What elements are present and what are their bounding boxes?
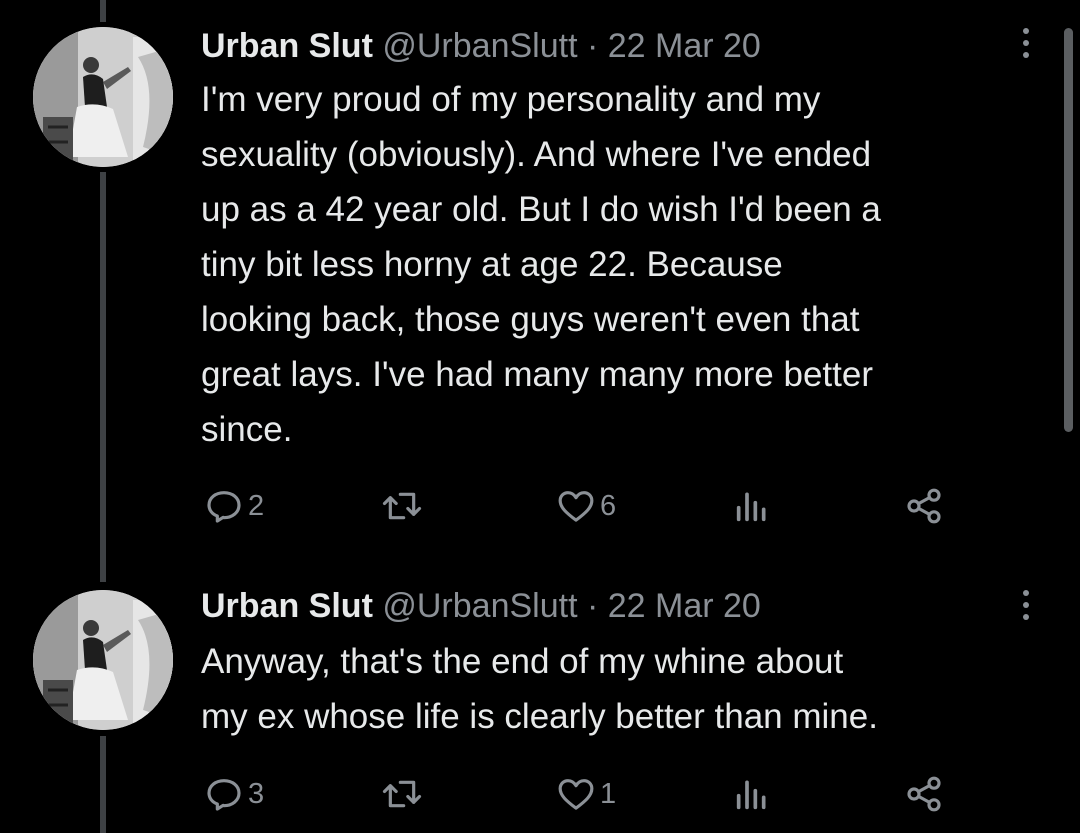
views-button[interactable] [732,484,772,528]
reply-icon [207,779,241,811]
tweet[interactable]: Urban Slut @UrbanSlutt · 22 Mar 20 I'm v… [0,22,1060,542]
tweet-text-line: since. [201,410,293,449]
like-icon [558,491,594,522]
separator: · [586,27,599,65]
like-icon [558,779,594,810]
more-icon[interactable] [1014,588,1038,624]
scrollbar[interactable] [1064,28,1073,432]
views-icon [736,492,766,522]
retweet-icon [382,780,422,808]
share-button[interactable] [904,484,944,528]
retweet-icon [382,492,422,520]
tweet-text-line: up as a 42 year old. But I do wish I'd b… [201,190,881,229]
display-name[interactable]: Urban Slut [201,27,373,65]
avatar[interactable] [33,27,173,167]
tweet-date[interactable]: 22 Mar 20 [608,587,761,625]
share-button[interactable] [904,772,944,816]
share-icon [907,488,941,524]
like-count: 1 [600,777,617,810]
more-icon[interactable] [1014,26,1038,62]
display-name[interactable]: Urban Slut [201,587,373,625]
tweet-text: Anyway, that's the end of my whine about… [201,634,1051,744]
reply-icon [207,491,241,523]
tweet-header: Urban Slut @UrbanSlutt · 22 Mar 20 [201,26,761,66]
tweet-text-line: tiny bit less horny at age 22. Because [201,245,783,284]
retweet-button[interactable] [382,484,422,528]
tweet-text-line: I'm very proud of my personality and my [201,80,821,119]
like-count: 6 [600,489,617,522]
views-icon [736,780,766,810]
like-button[interactable]: 1 [556,772,616,816]
avatar[interactable] [33,590,173,730]
reply-button[interactable]: 2 [204,484,264,528]
handle[interactable]: @UrbanSlutt [382,587,577,625]
tweet-actions: 3 1 [0,772,1060,816]
share-icon [907,776,941,812]
tweet-text-line: Anyway, that's the end of my whine about [201,642,844,681]
tweet-date[interactable]: 22 Mar 20 [608,27,761,65]
thread-line [100,0,106,22]
handle[interactable]: @UrbanSlutt [382,27,577,65]
tweet-text-line: my ex whose life is clearly better than … [201,697,878,736]
reply-button[interactable]: 3 [204,772,264,816]
reply-count: 2 [248,489,265,522]
separator: · [586,587,599,625]
retweet-button[interactable] [382,772,422,816]
tweet-text-line: sexuality (obviously). And where I've en… [201,135,872,174]
tweet-text-line: looking back, those guys weren't even th… [201,300,860,339]
reply-count: 3 [248,777,265,810]
tweet-actions: 2 6 [0,484,1060,528]
views-button[interactable] [732,772,772,816]
tweet[interactable]: Urban Slut @UrbanSlutt · 22 Mar 20 Anywa… [0,586,1060,833]
tweet-header: Urban Slut @UrbanSlutt · 22 Mar 20 [201,586,761,626]
tweet-text: I'm very proud of my personality and my … [201,72,1051,457]
like-button[interactable]: 6 [556,484,616,528]
tweet-text-line: great lays. I've had many many more bett… [201,355,873,394]
